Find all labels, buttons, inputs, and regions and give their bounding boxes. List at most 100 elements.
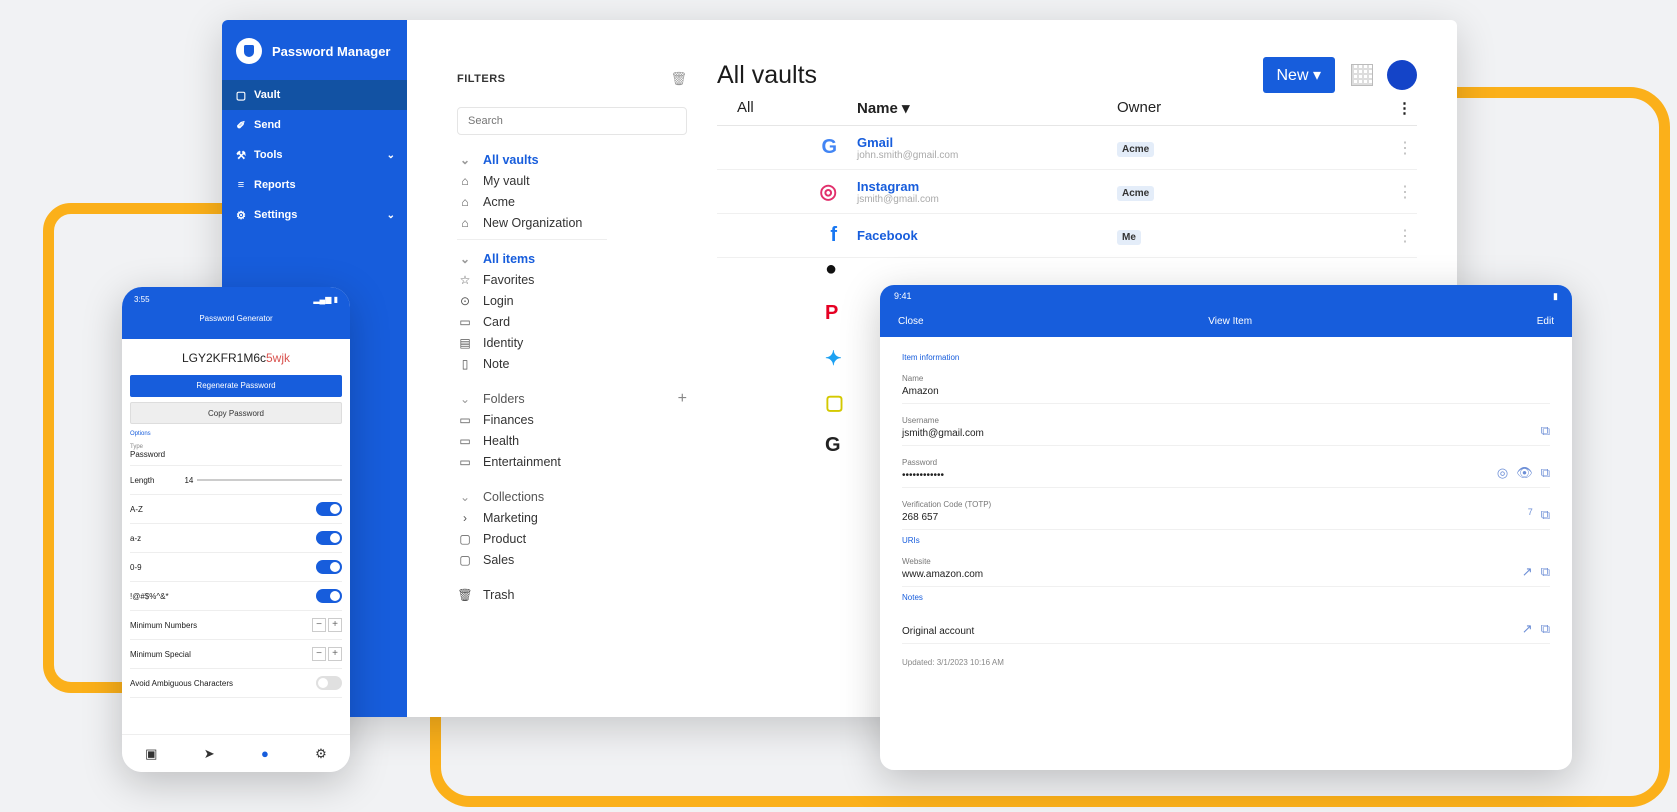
filter-collection-label: Product [483,531,527,546]
option-toggle[interactable] [316,502,342,516]
filter-folder-label: Health [483,433,520,448]
min-numbers-label: Minimum Numbers [130,620,198,630]
edit-note-icon[interactable]: ↗ [1522,621,1533,637]
length-row[interactable]: Length 14 [130,466,342,495]
minus-icon[interactable]: − [312,647,326,661]
sidebar-item-tools[interactable]: ⚒ Tools ⌄ [222,140,407,170]
sidebar-item-vault[interactable]: ▢ Vault [222,80,407,110]
filter-vault-2[interactable]: ⌂ New Organization [457,212,687,233]
filter-folder-label: Entertainment [483,454,561,469]
new-button[interactable]: New ▾ [1262,57,1335,93]
tablet-status-time: 9:41 [894,291,912,301]
minus-icon[interactable]: − [312,618,326,632]
filter-collection-1[interactable]: ▢ Product [457,528,687,549]
plus-icon[interactable]: + [328,647,342,661]
col-all[interactable]: All [717,99,847,116]
table-row[interactable]: ◎ Instagram jsmith@gmail.com Acme ⋮ [717,170,1417,214]
launch-icon[interactable]: ↗ [1522,564,1533,580]
col-name-label: Name [857,99,898,117]
min-special-stepper[interactable]: − + [312,647,342,661]
copy-password-button[interactable]: Copy Password [130,402,342,424]
options-kebab-icon[interactable]: ⋮ [1397,99,1417,117]
row-menu-icon[interactable]: ⋮ [1397,182,1417,202]
min-special-row: Minimum Special − + [130,640,342,669]
filter-type-2[interactable]: ▭ Card [457,311,687,332]
filter-type-3[interactable]: ▤ Identity [457,332,687,353]
item-name-link[interactable]: Instagram [857,179,1117,194]
item-name-link[interactable]: Facebook [857,228,1117,243]
filter-vault-0[interactable]: ⌂ My vault [457,170,687,191]
filter-all-vaults[interactable]: ⌄ All vaults [457,149,687,170]
updated-timestamp: Updated: 3/1/2023 10:16 AM [902,658,1004,667]
regenerate-button[interactable]: Regenerate Password [130,375,342,397]
row-menu-icon[interactable]: ⋮ [1397,226,1417,246]
toggle-row: a-z [130,524,342,553]
add-folder-icon[interactable]: + [678,390,687,408]
search-input[interactable] [457,107,687,135]
row-menu-icon[interactable]: ⋮ [1397,138,1417,158]
folder-icon: ▭ [459,454,471,469]
copy-icon[interactable]: ⧉ [1541,423,1550,439]
tab-vault-icon[interactable]: ▣ [145,746,157,762]
qr-grid-icon[interactable] [1351,64,1373,86]
filter-type-label: Card [483,314,511,329]
tablet-close-button[interactable]: Close [898,316,924,327]
filter-vault-1[interactable]: ⌂ Acme [457,191,687,212]
filter-collection-label: Marketing [483,510,538,525]
tab-send-icon[interactable]: ➤ [204,746,215,762]
filter-type-label: Identity [483,335,524,350]
copy-icon[interactable]: ⧉ [1541,621,1550,637]
min-numbers-stepper[interactable]: − + [312,618,342,632]
filter-folder-0[interactable]: ▭ Finances [457,409,687,430]
length-slider[interactable] [197,479,342,481]
filter-collection-0[interactable]: › Marketing [457,507,687,528]
filter-type-1[interactable]: ⊙ Login [457,290,687,311]
tablet-battery-icon: ▮ [1553,291,1558,301]
copy-icon[interactable]: ⧉ [1541,465,1550,481]
table-row[interactable]: f Facebook Me ⋮ [717,214,1417,258]
trash-icon[interactable]: 🗑 [670,71,687,87]
type-value: Password [130,449,166,459]
check-password-icon[interactable]: ◎ [1497,465,1508,481]
filter-trash[interactable]: 🗑 Trash [457,584,687,605]
length-value: 14 [184,475,194,485]
filter-type-4[interactable]: ▯ Note [457,353,687,374]
sidebar-item-reports[interactable]: ≡ Reports [222,170,407,200]
page-title: All vaults [717,60,818,89]
filter-collections[interactable]: ⌄ Collections [457,486,687,507]
field-password: Password •••••••••••• ◎ 👁 ⧉ [902,446,1550,488]
facebook-icon: f [830,224,837,246]
col-name[interactable]: Name ▾ [847,99,1117,117]
option-toggle[interactable] [316,589,342,603]
avatar[interactable] [1387,60,1417,90]
type-row[interactable]: Type Password [130,437,342,466]
vault-icon: ⌂ [461,194,469,209]
filters-title: FILTERS [457,73,506,85]
tablet-edit-button[interactable]: Edit [1537,316,1554,327]
filter-collection-2[interactable]: ▢ Sales [457,549,687,570]
avoid-ambiguous-label: Avoid Ambiguous Characters [130,678,234,688]
chevron-down-icon: ⌄ [459,152,471,167]
collection-icon: ▢ [459,531,471,546]
filter-folder-1[interactable]: ▭ Health [457,430,687,451]
option-toggle[interactable] [316,560,342,574]
tab-generator-icon[interactable]: ● [261,746,269,761]
option-toggle[interactable] [316,531,342,545]
filter-folder-2[interactable]: ▭ Entertainment [457,451,687,472]
table-row[interactable]: G Gmail john.smith@gmail.com Acme ⋮ [717,126,1417,170]
item-name-link[interactable]: Gmail [857,135,1117,150]
type-icon: ⊙ [459,293,471,308]
filter-folders[interactable]: ⌄ Folders + [457,388,687,409]
filter-folder-label: Finances [483,412,534,427]
sidebar-item-send[interactable]: ✐ Send [222,110,407,140]
show-password-icon[interactable]: 👁 [1516,465,1533,481]
field-website: Website www.amazon.com ↗ ⧉ [902,545,1550,587]
filter-all-items[interactable]: ⌄ All items [457,248,687,269]
tab-settings-icon[interactable]: ⚙ [315,746,327,762]
filter-type-0[interactable]: ☆ Favorites [457,269,687,290]
plus-icon[interactable]: + [328,618,342,632]
sidebar-item-settings[interactable]: ⚙ Settings ⌄ [222,200,407,230]
avoid-ambiguous-toggle[interactable] [316,676,342,690]
copy-icon[interactable]: ⧉ [1541,507,1550,523]
copy-icon[interactable]: ⧉ [1541,564,1550,580]
